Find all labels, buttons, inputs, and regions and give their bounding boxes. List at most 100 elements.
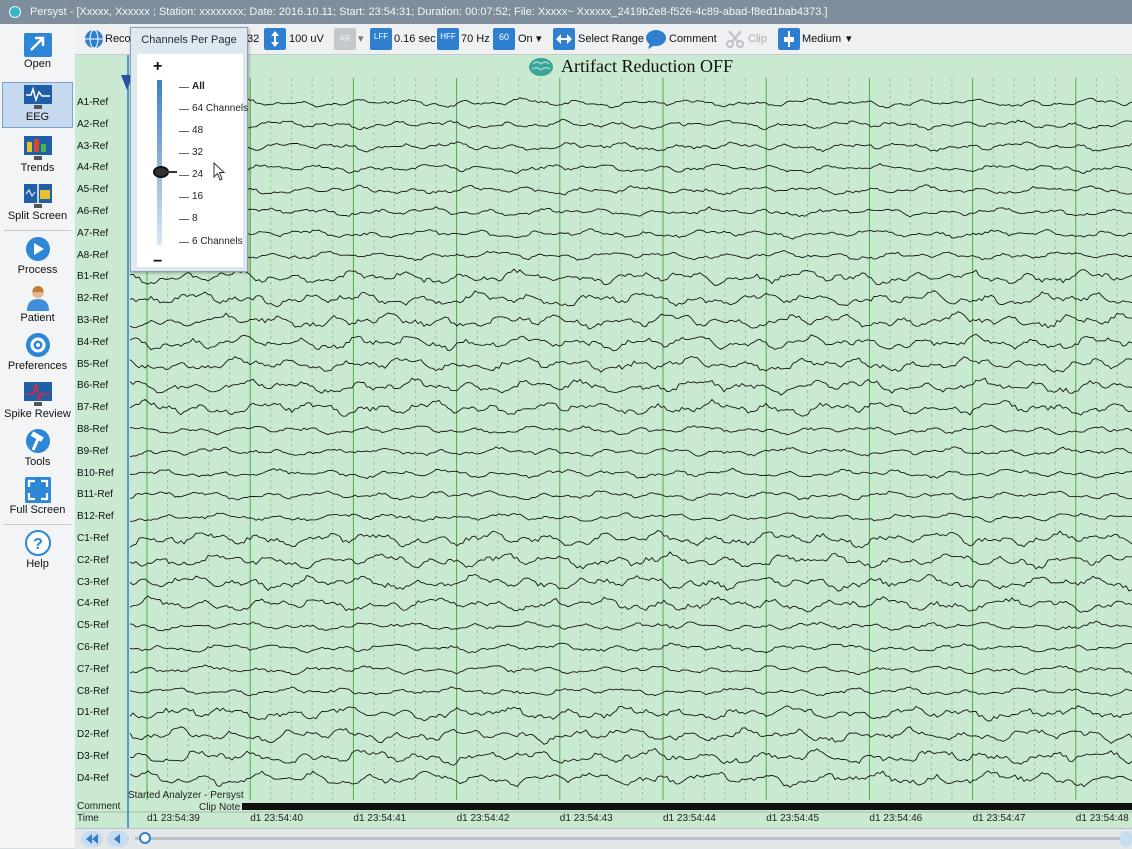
slider-tick xyxy=(179,87,189,88)
channel-label[interactable]: A7-Ref xyxy=(77,228,108,239)
channel-label[interactable]: D1-Ref xyxy=(77,707,109,718)
channel-label[interactable]: B3-Ref xyxy=(77,315,108,326)
eeg-trace xyxy=(129,467,1132,480)
channel-label[interactable]: B5-Ref xyxy=(77,359,108,370)
channel-label[interactable]: C5-Ref xyxy=(77,620,109,631)
channel-label[interactable]: C1-Ref xyxy=(77,533,109,544)
channel-label[interactable]: C8-Ref xyxy=(77,686,109,697)
channel-label[interactable]: B11-Ref xyxy=(77,489,113,500)
increase-channels-button[interactable]: + xyxy=(153,58,162,76)
eeg-trace xyxy=(129,398,1132,417)
channel-label[interactable]: D4-Ref xyxy=(77,773,109,784)
eeg-trace xyxy=(129,311,1132,330)
annotation-text: Started Analyzer - Persyst xyxy=(128,790,244,801)
channels-option[interactable]: 16 xyxy=(192,191,203,202)
channels-option[interactable]: 48 xyxy=(192,125,203,136)
channel-label[interactable]: B2-Ref xyxy=(77,293,108,304)
time-tick-label: d1 23:54:42 xyxy=(456,813,510,824)
eeg-trace xyxy=(129,490,1132,501)
eeg-trace xyxy=(129,184,1132,196)
eeg-trace xyxy=(129,642,1132,654)
channel-label[interactable]: A5-Ref xyxy=(77,184,108,195)
channels-option[interactable]: 6 Channels xyxy=(192,236,243,247)
step-forward-icon[interactable] xyxy=(1120,831,1132,847)
slider-tick xyxy=(179,197,189,198)
time-tick-label: d1 23:54:39 xyxy=(147,813,200,824)
eeg-trace xyxy=(129,620,1132,632)
time-tick-label: d1 23:54:47 xyxy=(972,813,1026,824)
channels-option[interactable]: 24 xyxy=(192,169,203,180)
channel-label[interactable]: D3-Ref xyxy=(77,751,109,762)
channel-label[interactable]: A1-Ref xyxy=(77,97,108,108)
eeg-trace xyxy=(129,250,1132,262)
channel-label[interactable]: B9-Ref xyxy=(77,446,108,457)
time-tick-label: d1 23:54:44 xyxy=(663,813,716,824)
slider-tick xyxy=(179,109,189,110)
time-tick-label: d1 23:54:45 xyxy=(766,813,820,824)
eeg-trace xyxy=(129,97,1132,109)
channel-label[interactable]: D2-Ref xyxy=(77,729,109,740)
channels-option[interactable]: 32 xyxy=(192,147,203,158)
eeg-trace xyxy=(129,141,1132,153)
channel-label[interactable]: B8-Ref xyxy=(77,424,108,435)
eeg-trace xyxy=(129,268,1132,286)
eeg-trace xyxy=(129,551,1132,570)
clip-note-bar xyxy=(242,803,1132,810)
eeg-trace xyxy=(129,595,1132,613)
eeg-trace xyxy=(129,118,1132,131)
channels-slider-track[interactable] xyxy=(157,80,162,245)
channel-label[interactable]: C2-Ref xyxy=(77,555,109,566)
eeg-trace xyxy=(129,705,1132,722)
eeg-trace xyxy=(129,726,1132,745)
eeg-trace xyxy=(129,424,1132,436)
channel-label[interactable]: B7-Ref xyxy=(77,402,108,413)
channel-label[interactable]: C7-Ref xyxy=(77,664,109,675)
eeg-trace xyxy=(129,333,1132,352)
channels-option[interactable]: 8 xyxy=(192,213,198,224)
channels-per-page-popup: Channels Per Page + All 64 Channels 48 32 24… xyxy=(130,27,248,272)
eeg-trace xyxy=(129,356,1132,373)
channel-label[interactable]: A2-Ref xyxy=(77,119,108,130)
time-tick-label: d1 23:54:48 xyxy=(1075,813,1129,824)
popup-body: + All 64 Channels 48 32 24 16 8 6 Channels − xyxy=(137,54,248,270)
timeline-thumb[interactable] xyxy=(139,832,151,844)
channel-label[interactable]: C6-Ref xyxy=(77,642,109,653)
time-tick-label: d1 23:54:40 xyxy=(250,813,304,824)
channel-label[interactable]: B12-Ref xyxy=(77,511,114,522)
channel-label[interactable]: A4-Ref xyxy=(77,162,108,173)
slider-tick xyxy=(179,153,189,154)
mouse-pointer-icon xyxy=(213,162,226,181)
eeg-trace xyxy=(129,206,1132,218)
time-tick-label: d1 23:54:43 xyxy=(559,813,613,824)
eeg-trace xyxy=(129,747,1132,766)
eeg-trace xyxy=(129,228,1132,240)
eeg-trace xyxy=(129,163,1132,174)
comment-row-label: Comment xyxy=(77,801,121,812)
eeg-trace xyxy=(129,770,1132,788)
time-tick-label: d1 23:54:41 xyxy=(353,813,407,824)
rewind-icon[interactable] xyxy=(81,831,103,847)
popup-title: Channels Per Page xyxy=(141,34,237,46)
eeg-trace xyxy=(129,289,1132,308)
channel-label[interactable]: A3-Ref xyxy=(77,141,108,152)
channel-label[interactable]: B4-Ref xyxy=(77,337,108,348)
eeg-trace xyxy=(129,574,1132,592)
channel-label[interactable]: A6-Ref xyxy=(77,206,108,217)
channels-option[interactable]: All xyxy=(192,81,205,92)
slider-tick xyxy=(179,131,189,132)
channels-option[interactable]: 64 Channels xyxy=(192,103,248,114)
channel-label[interactable]: C3-Ref xyxy=(77,577,109,588)
timeline-scrollbar[interactable] xyxy=(135,837,1125,840)
channel-label[interactable]: A8-Ref xyxy=(77,250,108,261)
channel-label[interactable]: B10-Ref xyxy=(77,468,114,479)
eeg-trace xyxy=(129,377,1132,396)
decrease-channels-button[interactable]: − xyxy=(153,254,162,270)
navigation-bar xyxy=(75,828,1132,849)
channel-label[interactable]: B1-Ref xyxy=(77,271,108,282)
eeg-trace xyxy=(129,686,1132,697)
clip-note-label: Clip Note xyxy=(199,802,241,813)
slider-tick xyxy=(179,242,189,243)
step-back-icon[interactable] xyxy=(107,831,129,847)
channel-label[interactable]: B6-Ref xyxy=(77,380,108,391)
channel-label[interactable]: C4-Ref xyxy=(77,598,109,609)
